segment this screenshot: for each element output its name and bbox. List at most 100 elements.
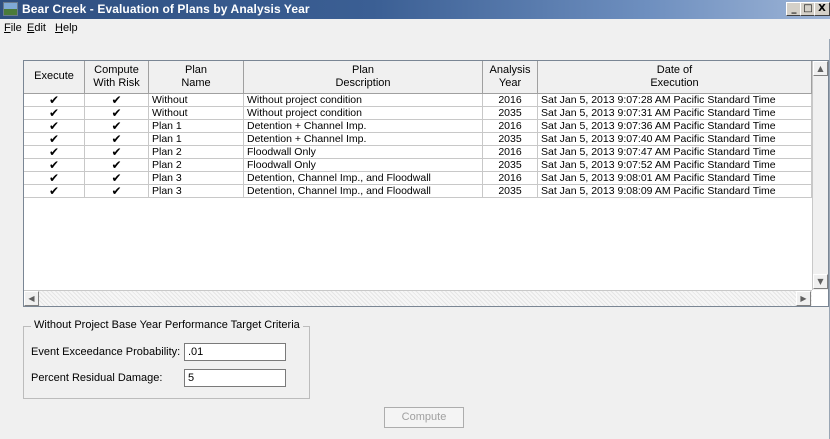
checkmark-icon: ✔ <box>111 120 122 133</box>
checkmark-icon: ✔ <box>48 107 60 120</box>
checkmark-icon: ✔ <box>48 120 60 133</box>
cell-plan-description: Floodwall Only <box>244 146 483 159</box>
menu-bar: File Edit Help <box>0 19 830 39</box>
cell-date-of-execution: Sat Jan 5, 2013 9:08:09 AM Pacific Stand… <box>538 185 812 198</box>
column-header-analysis-year[interactable]: Analysis Year <box>483 61 538 94</box>
scroll-left-button[interactable]: ◀ <box>24 291 39 306</box>
cell-execute[interactable]: ✔ <box>24 172 85 185</box>
checkmark-icon: ✔ <box>48 185 60 198</box>
table-row[interactable]: ✔ ✔ Plan 2 Floodwall Only 2016 Sat Jan 5, 201… <box>24 146 812 159</box>
checkmark-icon: ✔ <box>111 185 122 198</box>
checkmark-icon: ✔ <box>111 133 122 146</box>
cell-plan-name: Plan 2 <box>149 159 244 172</box>
scroll-right-button[interactable]: ▶ <box>796 291 811 306</box>
checkmark-icon: ✔ <box>111 172 122 185</box>
checkmark-icon: ✔ <box>48 159 60 172</box>
cell-plan-description: Detention + Channel Imp. <box>244 133 483 146</box>
app-icon <box>3 2 18 16</box>
cell-compute-with-risk[interactable]: ✔ <box>85 107 149 120</box>
cell-compute-with-risk[interactable]: ✔ <box>85 133 149 146</box>
checkmark-icon: ✔ <box>111 107 122 120</box>
cell-execute[interactable]: ✔ <box>24 159 85 172</box>
close-button[interactable]: X <box>814 2 830 16</box>
checkmark-icon: ✔ <box>48 94 60 107</box>
cell-analysis-year: 2035 <box>483 107 538 120</box>
event-exceedance-label: Event Exceedance Probability: <box>31 346 181 358</box>
cell-plan-description: Floodwall Only <box>244 159 483 172</box>
menu-file[interactable]: File <box>4 22 22 34</box>
table-row[interactable]: ✔ ✔ Without Without project condition 2035 Sa… <box>24 107 812 120</box>
table-row[interactable]: ✔ ✔ Plan 1 Detention + Channel Imp. 2016 Sat … <box>24 120 812 133</box>
cell-date-of-execution: Sat Jan 5, 2013 9:07:52 AM Pacific Stand… <box>538 159 812 172</box>
checkmark-icon: ✔ <box>48 146 60 159</box>
table-row[interactable]: ✔ ✔ Plan 3 Detention, Channel Imp., and Flo… <box>24 172 812 185</box>
column-header-compute-with-risk[interactable]: Compute With Risk <box>85 61 149 94</box>
cell-execute[interactable]: ✔ <box>24 94 85 107</box>
cell-date-of-execution: Sat Jan 5, 2013 9:07:31 AM Pacific Stand… <box>538 107 812 120</box>
cell-analysis-year: 2035 <box>483 159 538 172</box>
column-header-plan-name[interactable]: Plan Name <box>149 61 244 94</box>
column-header-execute[interactable]: Execute <box>24 61 85 94</box>
column-header-plan-description[interactable]: Plan Description <box>244 61 483 94</box>
cell-date-of-execution: Sat Jan 5, 2013 9:07:28 AM Pacific Stand… <box>538 94 812 107</box>
cell-execute[interactable]: ✔ <box>24 107 85 120</box>
window-title: Bear Creek - Evaluation of Plans by Anal… <box>22 2 310 16</box>
checkmark-icon: ✔ <box>111 159 122 172</box>
target-criteria-title: Without Project Base Year Performance Ta… <box>31 319 303 331</box>
cell-date-of-execution: Sat Jan 5, 2013 9:07:47 AM Pacific Stand… <box>538 146 812 159</box>
cell-plan-description: Detention, Channel Imp., and Floodwall <box>244 172 483 185</box>
table-row[interactable]: ✔ ✔ Plan 1 Detention + Channel Imp. 2035 Sat … <box>24 133 812 146</box>
cell-execute[interactable]: ✔ <box>24 133 85 146</box>
cell-execute[interactable]: ✔ <box>24 185 85 198</box>
cell-compute-with-risk[interactable]: ✔ <box>85 185 149 198</box>
cell-analysis-year: 2016 <box>483 146 538 159</box>
percent-residual-damage-input[interactable] <box>184 369 286 387</box>
event-exceedance-input[interactable] <box>184 343 286 361</box>
cell-execute[interactable]: ✔ <box>24 120 85 133</box>
cell-plan-name: Plan 1 <box>149 133 244 146</box>
cell-plan-description: Without project condition <box>244 94 483 107</box>
cell-compute-with-risk[interactable]: ✔ <box>85 120 149 133</box>
cell-compute-with-risk[interactable]: ✔ <box>85 159 149 172</box>
cell-plan-description: Without project condition <box>244 107 483 120</box>
title-bar[interactable]: Bear Creek - Evaluation of Plans by Anal… <box>0 0 830 19</box>
menu-help[interactable]: Help <box>55 22 78 34</box>
cell-plan-name: Without <box>149 107 244 120</box>
percent-residual-damage-label: Percent Residual Damage: <box>31 372 163 384</box>
scroll-down-button[interactable]: ▼ <box>813 274 828 289</box>
cell-plan-description: Detention, Channel Imp., and Floodwall <box>244 185 483 198</box>
column-header-date-of-execution[interactable]: Date of Execution <box>538 61 812 94</box>
horizontal-scrollbar[interactable]: ◀ ▶ <box>24 290 812 306</box>
cell-analysis-year: 2016 <box>483 172 538 185</box>
table-row[interactable]: ✔ ✔ Plan 2 Floodwall Only 2035 Sat Jan 5, 201… <box>24 159 812 172</box>
checkmark-icon: ✔ <box>48 172 60 185</box>
cell-compute-with-risk[interactable]: ✔ <box>85 146 149 159</box>
cell-date-of-execution: Sat Jan 5, 2013 9:07:36 AM Pacific Stand… <box>538 120 812 133</box>
checkmark-icon: ✔ <box>111 94 122 107</box>
cell-execute[interactable]: ✔ <box>24 146 85 159</box>
plans-table: Execute Compute With Risk Plan Name Plan… <box>23 60 829 307</box>
cell-plan-name: Plan 3 <box>149 185 244 198</box>
cell-analysis-year: 2035 <box>483 133 538 146</box>
cell-compute-with-risk[interactable]: ✔ <box>85 172 149 185</box>
cell-plan-name: Plan 3 <box>149 172 244 185</box>
cell-plan-description: Detention + Channel Imp. <box>244 120 483 133</box>
cell-plan-name: Plan 1 <box>149 120 244 133</box>
checkmark-icon: ✔ <box>48 133 60 146</box>
cell-plan-name: Without <box>149 94 244 107</box>
scroll-up-button[interactable]: ▲ <box>813 61 828 76</box>
cell-plan-name: Plan 2 <box>149 146 244 159</box>
target-criteria-group <box>23 326 310 399</box>
menu-edit[interactable]: Edit <box>27 22 46 34</box>
cell-date-of-execution: Sat Jan 5, 2013 9:07:40 AM Pacific Stand… <box>538 133 812 146</box>
checkmark-icon: ✔ <box>111 146 122 159</box>
cell-analysis-year: 2016 <box>483 94 538 107</box>
cell-compute-with-risk[interactable]: ✔ <box>85 94 149 107</box>
table-row[interactable]: ✔ ✔ Plan 3 Detention, Channel Imp., and Flo… <box>24 185 812 198</box>
cell-date-of-execution: Sat Jan 5, 2013 9:08:01 AM Pacific Stand… <box>538 172 812 185</box>
compute-button[interactable]: Compute <box>384 407 464 428</box>
vertical-scrollbar[interactable]: ▲ ▼ <box>812 61 828 290</box>
main-window: Bear Creek - Evaluation of Plans by Anal… <box>0 0 830 439</box>
cell-analysis-year: 2035 <box>483 185 538 198</box>
table-row[interactable]: ✔ ✔ Without Without project condition 2016 Sa… <box>24 94 812 107</box>
